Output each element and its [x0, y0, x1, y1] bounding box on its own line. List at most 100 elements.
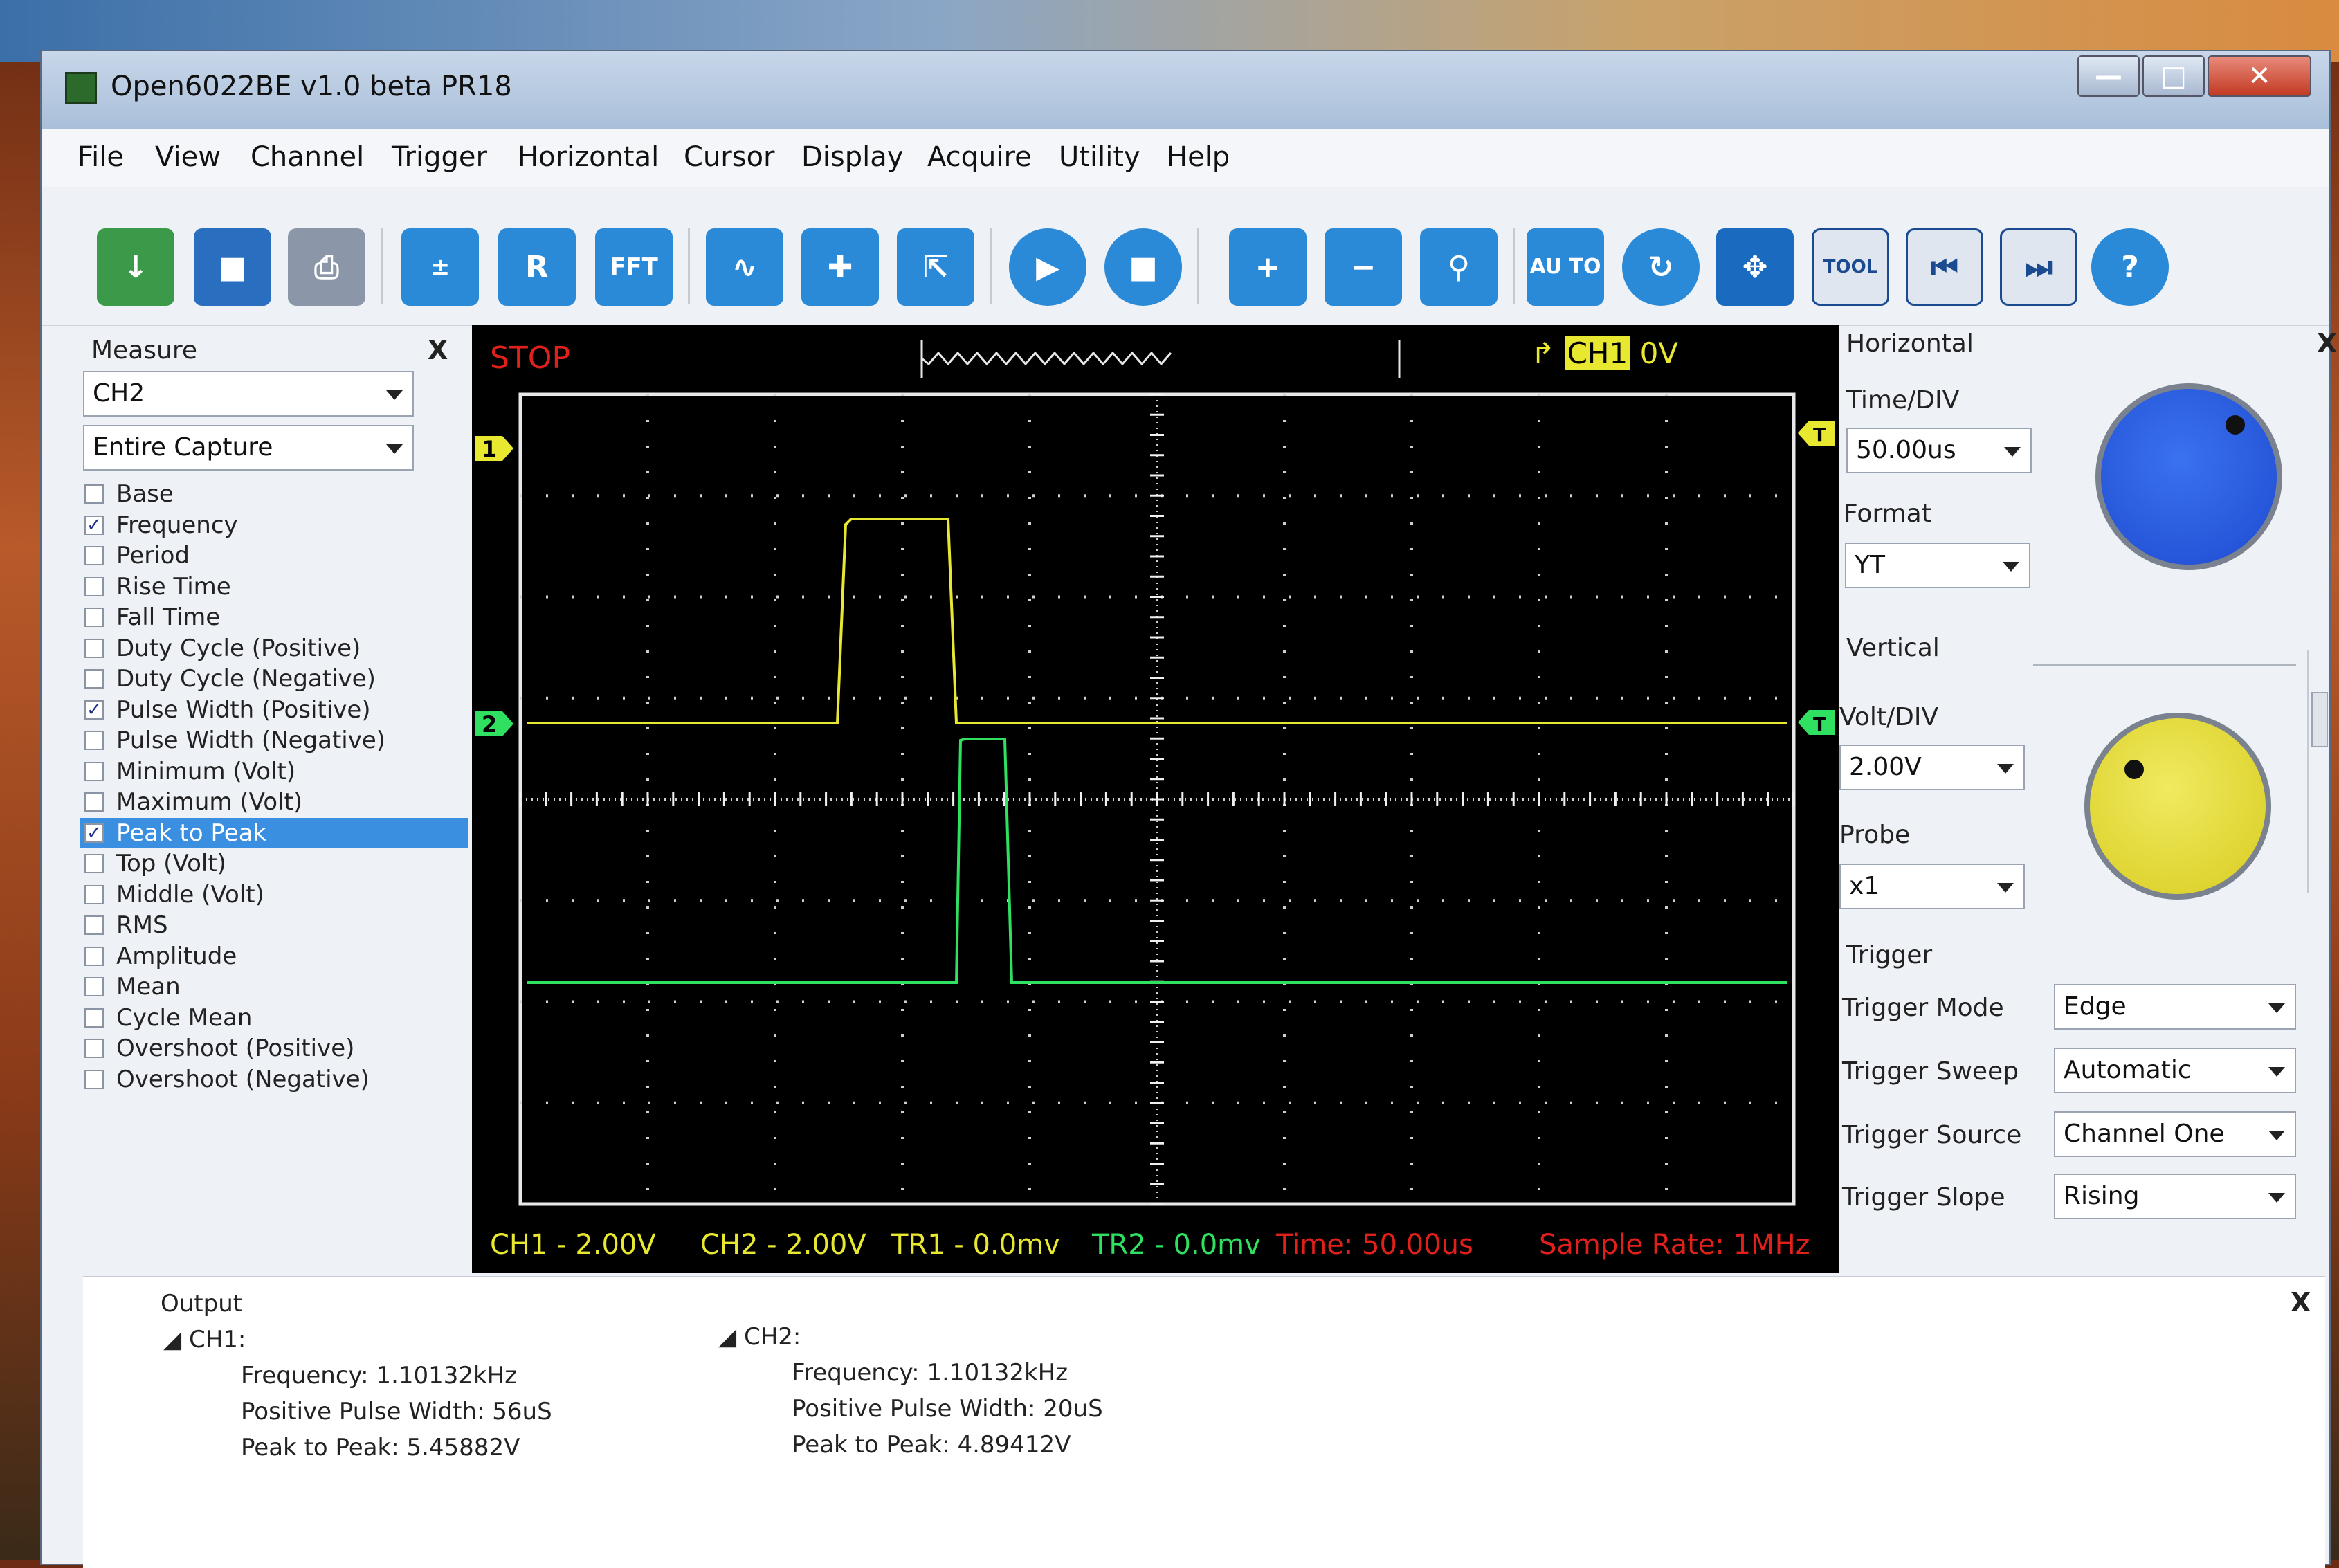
volt-div-knob[interactable] — [2084, 713, 2271, 900]
measure-item[interactable]: Mean — [80, 972, 468, 1003]
measure-checkbox[interactable] — [84, 915, 104, 936]
measure-checkbox[interactable] — [84, 977, 104, 997]
format-select[interactable]: YT — [1845, 543, 2030, 588]
trigger-sweep-select[interactable]: Automatic — [2054, 1048, 2296, 1093]
measure-checkbox[interactable] — [84, 731, 104, 751]
trigger-slope-select[interactable]: Rising — [2054, 1174, 2296, 1219]
probe-select[interactable]: x1 — [1839, 864, 2025, 909]
refresh-icon[interactable]: ↻ — [1622, 228, 1700, 306]
fft-icon[interactable]: FFT — [595, 228, 673, 306]
ch1-tree-node[interactable]: ◢ CH1: — [163, 1326, 246, 1353]
next-frame-icon[interactable]: ⏭ — [2000, 228, 2077, 306]
measure-checkbox[interactable]: ✓ — [84, 515, 104, 536]
controls-close-button[interactable]: X — [2317, 328, 2337, 358]
measure-channel-select[interactable]: CH2 — [83, 371, 414, 417]
cursor-icon[interactable]: ✚ — [801, 228, 879, 306]
menu-horizontal[interactable]: Horizontal — [518, 141, 659, 173]
ch2-tree-node[interactable]: ◢ CH2: — [718, 1323, 801, 1351]
trigger-source-select[interactable]: Channel One — [2054, 1111, 2296, 1157]
measure-icon[interactable]: ⇱ — [897, 228, 974, 306]
menu-utility[interactable]: Utility — [1059, 141, 1140, 173]
tool-icon[interactable]: TOOL — [1812, 228, 1889, 306]
zoom-out-icon[interactable]: − — [1325, 228, 1402, 306]
zoom-in-icon[interactable]: + — [1229, 228, 1307, 306]
reference-icon[interactable]: R — [498, 228, 576, 306]
vertical-scrollbar[interactable] — [2307, 650, 2331, 893]
volt-div-select[interactable]: 2.00V — [1839, 745, 2025, 790]
measure-item[interactable]: Pulse Width (Negative) — [80, 725, 468, 756]
menu-view[interactable]: View — [155, 141, 221, 173]
measure-item[interactable]: Minimum (Volt) — [80, 756, 468, 787]
measure-item[interactable]: RMS — [80, 910, 468, 941]
measure-item[interactable]: Cycle Mean — [80, 1003, 468, 1034]
time-div-select[interactable]: 50.00us — [1846, 428, 2032, 473]
trigger-mode-select[interactable]: Edge — [2054, 984, 2296, 1030]
close-button[interactable]: ✕ — [2208, 55, 2311, 97]
measure-checkbox[interactable] — [84, 884, 104, 904]
menu-trigger[interactable]: Trigger — [392, 141, 487, 173]
menu-file[interactable]: File — [78, 141, 124, 173]
measure-checkbox[interactable] — [84, 761, 104, 781]
save-icon[interactable]: ■ — [194, 228, 271, 306]
output-close-button[interactable]: X — [2291, 1287, 2311, 1318]
measure-item[interactable]: Top (Volt) — [80, 848, 468, 879]
measure-item[interactable]: Overshoot (Negative) — [80, 1064, 468, 1095]
measure-checkbox[interactable] — [84, 576, 104, 596]
measure-item[interactable]: ✓ Pulse Width (Positive) — [80, 695, 468, 726]
menu-display[interactable]: Display — [801, 141, 903, 173]
measure-item[interactable]: Middle (Volt) — [80, 879, 468, 911]
menu-cursor[interactable]: Cursor — [684, 141, 774, 173]
measure-item[interactable]: Amplitude — [80, 941, 468, 972]
scope-display[interactable]: 1 2 T T STOP ↱ CH1 0V CH1 - 2.00V CH2 - 2.0… — [472, 325, 1839, 1273]
measure-range-select[interactable]: Entire Capture — [83, 425, 414, 471]
math-icon[interactable]: ± — [401, 228, 479, 306]
collapse-icon[interactable]: ◢ — [718, 1323, 736, 1351]
measure-item[interactable]: Duty Cycle (Negative) — [80, 664, 468, 695]
help-icon[interactable]: ? — [2091, 228, 2169, 306]
fullscreen-icon[interactable]: ✥ — [1716, 228, 1794, 306]
measure-item[interactable]: Overshoot (Positive) — [80, 1033, 468, 1064]
measure-checkbox[interactable] — [84, 546, 104, 566]
measure-item[interactable]: Rise Time — [80, 572, 468, 603]
prev-frame-icon[interactable]: ⏮ — [1906, 228, 1983, 306]
waveform-icon[interactable]: ∿ — [706, 228, 783, 306]
autoset-icon[interactable]: AU TO — [1527, 228, 1604, 306]
measure-item[interactable]: Fall Time — [80, 602, 468, 633]
menu-channel[interactable]: Channel — [251, 141, 364, 173]
measure-checkbox[interactable] — [84, 608, 104, 628]
menu-help[interactable]: Help — [1167, 141, 1230, 173]
measure-checkbox[interactable] — [84, 484, 104, 504]
run-icon[interactable]: ▶ — [1009, 228, 1086, 306]
stop-icon[interactable]: ■ — [1104, 228, 1182, 306]
measure-item[interactable]: Base — [80, 479, 468, 510]
measure-checkbox[interactable]: ✓ — [84, 700, 104, 720]
measure-checkbox[interactable] — [84, 638, 104, 658]
measure-item-label: RMS — [116, 911, 168, 940]
zoom-fit-icon[interactable]: ⚲ — [1420, 228, 1498, 306]
measure-close-button[interactable]: X — [428, 335, 448, 365]
print-icon[interactable]: ⎙ — [288, 228, 365, 306]
measure-item[interactable]: Period — [80, 540, 468, 572]
measure-checkbox[interactable]: ✓ — [84, 823, 104, 844]
measure-checkbox[interactable] — [84, 946, 104, 966]
measure-checkbox[interactable] — [84, 1008, 104, 1028]
measure-checkbox[interactable] — [84, 1039, 104, 1059]
measure-item[interactable]: ✓ Peak to Peak — [80, 817, 468, 848]
output-ch1-peak-to-peak: Peak to Peak: 5.45882V — [241, 1434, 520, 1461]
measure-checkbox[interactable] — [84, 1069, 104, 1089]
collapse-icon[interactable]: ◢ — [163, 1326, 181, 1353]
measure-checkbox[interactable] — [84, 854, 104, 874]
measure-checkbox[interactable] — [84, 669, 104, 689]
menu-acquire[interactable]: Acquire — [927, 141, 1032, 173]
minimize-button[interactable]: — — [2077, 55, 2140, 97]
measure-item[interactable]: Maximum (Volt) — [80, 787, 468, 818]
measure-checkbox[interactable] — [84, 792, 104, 812]
measure-item[interactable]: ✓ Frequency — [80, 510, 468, 541]
scrollbar-thumb[interactable] — [2311, 692, 2328, 747]
measure-item[interactable]: Duty Cycle (Positive) — [80, 633, 468, 664]
time-div-knob[interactable] — [2095, 383, 2282, 570]
load-icon[interactable]: ↓ — [97, 228, 174, 306]
trigger-title: Trigger — [1846, 941, 1933, 969]
title-bar[interactable]: Open6022BE v1.0 beta PR18 — □ ✕ — [42, 51, 2329, 129]
maximize-button[interactable]: □ — [2142, 55, 2205, 97]
